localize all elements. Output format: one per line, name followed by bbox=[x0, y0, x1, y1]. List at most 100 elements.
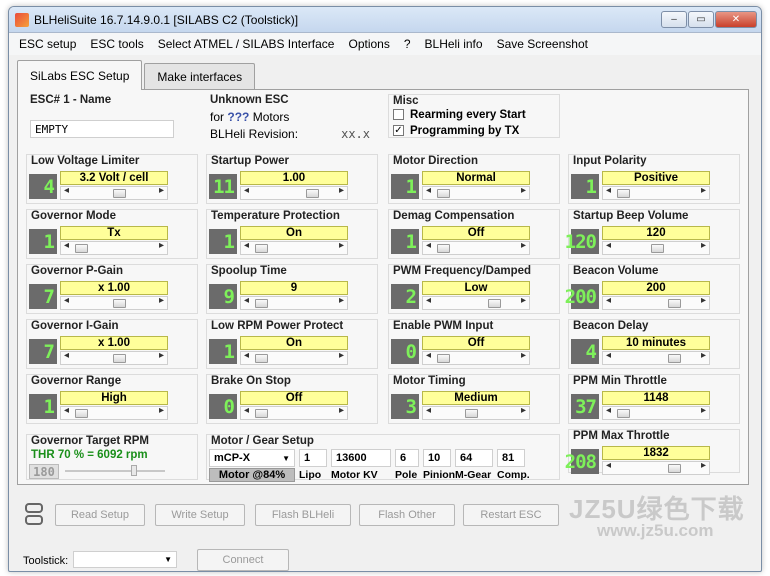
slider-left-icon[interactable]: ◂ bbox=[606, 295, 611, 306]
connect-button[interactable]: Connect bbox=[197, 549, 289, 571]
restart-esc-button[interactable]: Restart ESC bbox=[463, 504, 559, 526]
slider-right-icon[interactable]: ▸ bbox=[339, 405, 344, 416]
setting-slider[interactable]: ◂ ▸ bbox=[602, 295, 710, 310]
menu-esc-setup[interactable]: ESC setup bbox=[19, 37, 76, 51]
menu-blheli-info[interactable]: BLHeli info bbox=[425, 37, 483, 51]
slider-left-icon[interactable]: ◂ bbox=[426, 350, 431, 361]
slider-thumb[interactable] bbox=[112, 299, 126, 308]
menu-save-screenshot[interactable]: Save Screenshot bbox=[497, 37, 588, 51]
gear-field-comp[interactable]: 81 bbox=[497, 449, 525, 467]
programming-checkbox[interactable]: ✓ bbox=[393, 125, 404, 137]
slider-thumb[interactable] bbox=[436, 354, 450, 363]
setting-slider[interactable]: ◂ ▸ bbox=[240, 185, 348, 200]
slider-left-icon[interactable]: ◂ bbox=[606, 240, 611, 251]
setting-slider[interactable]: ◂ ▸ bbox=[602, 460, 710, 475]
slider-thumb[interactable] bbox=[651, 244, 664, 253]
gear-field-m-gear[interactable]: 64 bbox=[455, 449, 493, 467]
menu-help[interactable]: ? bbox=[404, 37, 411, 51]
title-bar[interactable]: BLHeliSuite 16.7.14.9.0.1 [SILABS C2 (To… bbox=[9, 7, 761, 33]
slider-thumb[interactable] bbox=[254, 354, 268, 363]
flash-other-button[interactable]: Flash Other bbox=[359, 504, 455, 526]
slider-left-icon[interactable]: ◂ bbox=[64, 405, 69, 416]
setting-slider[interactable]: ◂ ▸ bbox=[240, 295, 348, 310]
gear-field-pinion[interactable]: 10 bbox=[423, 449, 451, 467]
setting-slider[interactable]: ◂ ▸ bbox=[240, 240, 348, 255]
slider-thumb[interactable] bbox=[74, 409, 88, 418]
slider-right-icon[interactable]: ▸ bbox=[521, 405, 526, 416]
setting-slider[interactable]: ◂ ▸ bbox=[60, 405, 168, 420]
slider-thumb[interactable] bbox=[305, 189, 319, 198]
toolstick-select[interactable]: ▼ bbox=[73, 551, 177, 568]
slider-thumb[interactable] bbox=[464, 409, 478, 418]
slider-left-icon[interactable]: ◂ bbox=[244, 295, 249, 306]
rearming-checkbox[interactable] bbox=[393, 109, 404, 121]
slider-thumb[interactable] bbox=[616, 189, 630, 198]
setting-slider[interactable]: ◂ ▸ bbox=[422, 405, 530, 420]
slider-thumb[interactable] bbox=[667, 464, 681, 473]
gear-field-lipo[interactable]: 1 bbox=[299, 449, 327, 467]
setting-slider[interactable]: ◂ ▸ bbox=[602, 240, 710, 255]
setting-slider[interactable]: ◂ ▸ bbox=[602, 185, 710, 200]
gear-field-pole[interactable]: 6 bbox=[395, 449, 419, 467]
menu-select-interface[interactable]: Select ATMEL / SILABS Interface bbox=[158, 37, 335, 51]
tab-make-interfaces[interactable]: Make interfaces bbox=[144, 63, 256, 90]
slider-thumb[interactable] bbox=[667, 354, 681, 363]
read-setup-button[interactable]: Read Setup bbox=[55, 504, 145, 526]
close-button[interactable]: ✕ bbox=[715, 11, 757, 28]
programming-option[interactable]: ✓ Programming by TX bbox=[393, 125, 519, 137]
write-setup-button[interactable]: Write Setup bbox=[155, 504, 245, 526]
slider-left-icon[interactable]: ◂ bbox=[244, 185, 249, 196]
slider-right-icon[interactable]: ▸ bbox=[159, 240, 164, 251]
setting-slider[interactable]: ◂ ▸ bbox=[60, 185, 168, 200]
slider-left-icon[interactable]: ◂ bbox=[426, 295, 431, 306]
slider-right-icon[interactable]: ▸ bbox=[521, 185, 526, 196]
slider-right-icon[interactable]: ▸ bbox=[159, 350, 164, 361]
gear-field-motor-kv[interactable]: 13600 bbox=[331, 449, 391, 467]
slider-right-icon[interactable]: ▸ bbox=[701, 240, 706, 251]
setting-slider[interactable]: ◂ ▸ bbox=[422, 240, 530, 255]
slider-right-icon[interactable]: ▸ bbox=[159, 295, 164, 306]
slider-left-icon[interactable]: ◂ bbox=[64, 185, 69, 196]
slider-left-icon[interactable]: ◂ bbox=[64, 240, 69, 251]
tab-silabs-esc-setup[interactable]: SiLabs ESC Setup bbox=[17, 60, 143, 90]
maximize-button[interactable]: ▭ bbox=[688, 11, 714, 28]
menu-esc-tools[interactable]: ESC tools bbox=[90, 37, 143, 51]
slider-left-icon[interactable]: ◂ bbox=[426, 405, 431, 416]
slider-right-icon[interactable]: ▸ bbox=[701, 405, 706, 416]
slider-left-icon[interactable]: ◂ bbox=[64, 350, 69, 361]
slider-left-icon[interactable]: ◂ bbox=[244, 350, 249, 361]
slider-left-icon[interactable]: ◂ bbox=[244, 240, 249, 251]
setting-slider[interactable]: ◂ ▸ bbox=[422, 295, 530, 310]
slider-right-icon[interactable]: ▸ bbox=[701, 350, 706, 361]
slider-thumb[interactable] bbox=[254, 244, 268, 253]
slider-right-icon[interactable]: ▸ bbox=[339, 350, 344, 361]
slider-thumb[interactable] bbox=[436, 244, 450, 253]
slider-thumb[interactable] bbox=[436, 189, 450, 198]
slider-right-icon[interactable]: ▸ bbox=[521, 295, 526, 306]
slider-left-icon[interactable]: ◂ bbox=[426, 240, 431, 251]
slider-right-icon[interactable]: ▸ bbox=[521, 240, 526, 251]
slider-right-icon[interactable]: ▸ bbox=[521, 350, 526, 361]
menu-options[interactable]: Options bbox=[348, 37, 389, 51]
motor-percent-button[interactable]: Motor @84% bbox=[209, 468, 295, 482]
flash-blheli-button[interactable]: Flash BLHeli bbox=[255, 504, 351, 526]
governor-target-thumb[interactable] bbox=[131, 465, 137, 476]
slider-thumb[interactable] bbox=[254, 299, 268, 308]
slider-left-icon[interactable]: ◂ bbox=[606, 405, 611, 416]
slider-right-icon[interactable]: ▸ bbox=[159, 185, 164, 196]
setting-slider[interactable]: ◂ ▸ bbox=[60, 295, 168, 310]
slider-right-icon[interactable]: ▸ bbox=[701, 185, 706, 196]
slider-left-icon[interactable]: ◂ bbox=[606, 185, 611, 196]
slider-thumb[interactable] bbox=[74, 244, 88, 253]
setting-slider[interactable]: ◂ ▸ bbox=[240, 350, 348, 365]
slider-right-icon[interactable]: ▸ bbox=[339, 295, 344, 306]
slider-right-icon[interactable]: ▸ bbox=[339, 185, 344, 196]
rearming-option[interactable]: Rearming every Start bbox=[393, 109, 526, 121]
setting-slider[interactable]: ◂ ▸ bbox=[60, 350, 168, 365]
setting-slider[interactable]: ◂ ▸ bbox=[422, 185, 530, 200]
slider-right-icon[interactable]: ▸ bbox=[701, 460, 706, 471]
setting-slider[interactable]: ◂ ▸ bbox=[240, 405, 348, 420]
slider-left-icon[interactable]: ◂ bbox=[606, 350, 611, 361]
slider-left-icon[interactable]: ◂ bbox=[426, 185, 431, 196]
slider-thumb[interactable] bbox=[254, 409, 268, 418]
